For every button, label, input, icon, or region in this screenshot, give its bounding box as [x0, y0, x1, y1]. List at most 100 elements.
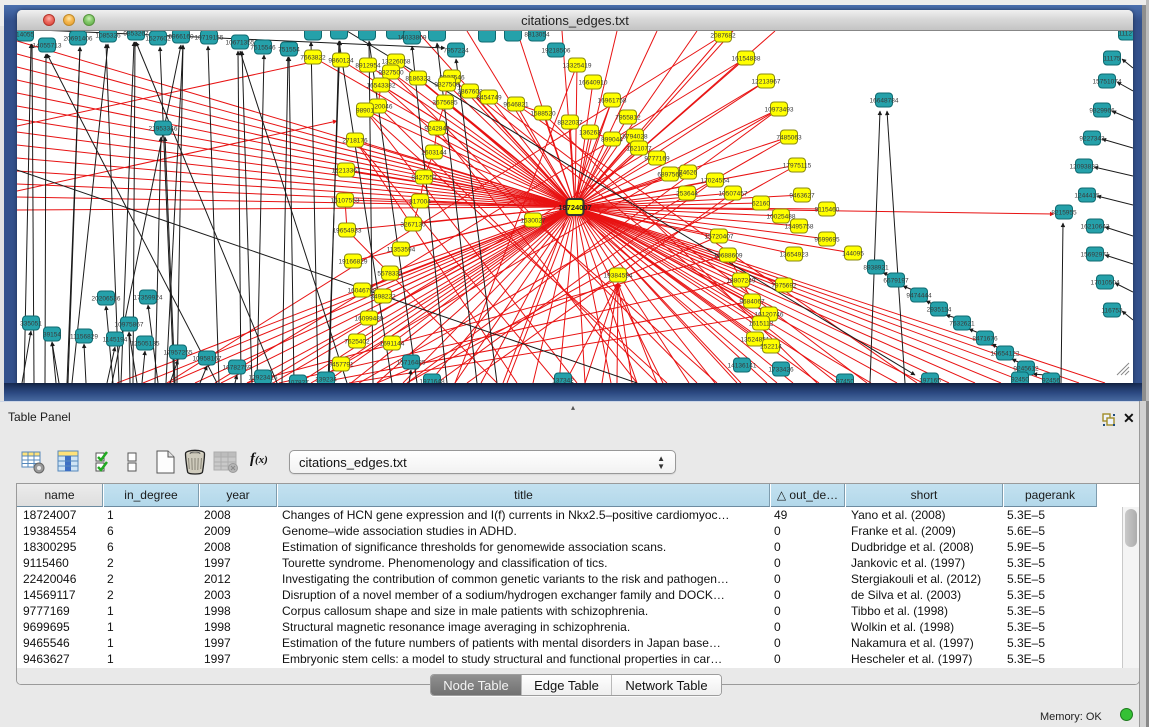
svg-text:17010504: 17010504 [1091, 280, 1120, 287]
svg-text:11353594: 11353594 [387, 247, 416, 254]
svg-text:92450: 92450 [1011, 377, 1029, 384]
svg-text:13495758: 13495758 [785, 224, 814, 231]
svg-text:144095: 144095 [842, 251, 864, 258]
svg-text:8813054: 8813054 [524, 32, 550, 39]
svg-text:8186323: 8186323 [405, 76, 431, 83]
svg-text:9227343: 9227343 [1079, 136, 1105, 143]
svg-text:13654923: 13654923 [780, 252, 809, 259]
svg-text:12213367: 12213367 [332, 168, 361, 175]
svg-text:15692971: 15692971 [1081, 252, 1110, 259]
svg-text:1733426: 1733426 [768, 367, 794, 374]
svg-text:7975692: 7975692 [771, 283, 797, 290]
svg-text:8938921: 8938921 [863, 265, 889, 272]
svg-text:16543382: 16543382 [367, 83, 396, 90]
svg-text:6794028: 6794028 [622, 134, 648, 141]
svg-text:9646821: 9646821 [503, 102, 529, 109]
svg-text:10975867: 10975867 [115, 322, 144, 329]
svg-text:7625402: 7625402 [344, 339, 370, 346]
svg-text:20206536: 20206536 [92, 296, 121, 303]
svg-text:16782759: 16782759 [223, 365, 252, 372]
svg-text:8215955: 8215955 [1051, 210, 1077, 217]
svg-text:9684067: 9684067 [739, 299, 765, 306]
svg-text:7957224: 7957224 [443, 48, 469, 55]
svg-text:16099489: 16099489 [355, 316, 384, 323]
svg-text:6966160: 6966160 [168, 34, 194, 41]
svg-text:9860124: 9860124 [328, 58, 354, 65]
svg-text:1615112: 1615112 [749, 321, 774, 328]
svg-text:18724007: 18724007 [558, 203, 591, 212]
svg-text:8427552: 8427552 [411, 175, 437, 182]
svg-text:9457791: 9457791 [328, 362, 354, 369]
svg-text:14055713: 14055713 [33, 43, 62, 50]
svg-text:10654122: 10654122 [991, 351, 1020, 358]
svg-text:7663822: 7663822 [300, 55, 326, 62]
svg-text:9699695: 9699695 [814, 237, 840, 244]
svg-text:17359924: 17359924 [134, 295, 163, 302]
svg-text:20691406: 20691406 [64, 36, 93, 43]
svg-text:15751074: 15751074 [1093, 79, 1122, 86]
svg-text:9327500: 9327500 [378, 70, 404, 77]
svg-text:9327508: 9327508 [434, 82, 460, 89]
svg-text:116753: 116753 [1101, 308, 1123, 315]
svg-text:1244415: 1244415 [1074, 193, 1100, 200]
svg-text:136263: 136263 [579, 130, 601, 137]
svg-text:17975115: 17975115 [783, 163, 812, 170]
svg-text:1971648: 1971648 [419, 379, 445, 384]
svg-text:92456: 92456 [1042, 378, 1060, 384]
svg-text:15720407: 15720407 [705, 234, 734, 241]
svg-text:2603144: 2603144 [421, 150, 447, 157]
svg-text:197165: 197165 [919, 378, 941, 384]
svg-text:39154: 39154 [43, 332, 61, 339]
svg-text:12213967: 12213967 [752, 79, 781, 86]
svg-text:317004: 317004 [409, 199, 431, 206]
svg-text:335051: 335051 [20, 321, 42, 328]
svg-text:1588520: 1588520 [530, 111, 556, 118]
svg-text:1527602: 1527602 [145, 36, 171, 43]
svg-text:9242848: 9242848 [424, 126, 450, 133]
svg-text:6897568: 6897568 [657, 172, 683, 179]
svg-text:5578335: 5578335 [377, 271, 403, 278]
svg-text:10958167: 10958167 [193, 356, 222, 363]
svg-text:16648784: 16648784 [870, 98, 899, 105]
svg-text:10719155: 10719155 [195, 35, 224, 42]
svg-text:13226058: 13226058 [382, 59, 411, 66]
svg-text:8454749: 8454749 [476, 95, 502, 102]
svg-text:12505135: 12505135 [131, 341, 160, 348]
svg-text:12923416: 12923416 [249, 375, 278, 382]
svg-text:8322037: 8322037 [557, 120, 583, 127]
svg-text:7955812: 7955812 [615, 115, 641, 122]
svg-text:11156829: 11156829 [70, 334, 98, 341]
svg-text:11127: 11127 [1118, 31, 1133, 38]
svg-text:14136141: 14136141 [728, 363, 757, 370]
svg-text:16640910: 16640910 [579, 80, 608, 87]
svg-text:62160: 62160 [752, 201, 770, 208]
svg-text:17957255: 17957255 [164, 350, 193, 357]
svg-text:9474444: 9474444 [906, 293, 932, 300]
svg-text:8912954: 8912954 [355, 63, 381, 70]
svg-text:3267130: 3267130 [400, 222, 426, 229]
svg-text:19218506: 19218506 [542, 48, 571, 55]
svg-text:253644: 253644 [676, 191, 698, 198]
svg-text:9329966: 9329966 [1089, 108, 1115, 115]
svg-text:12093822: 12093822 [1070, 164, 1099, 171]
svg-text:10688609: 10688609 [714, 253, 743, 260]
svg-text:7515546: 7515546 [250, 45, 276, 52]
svg-text:1530027: 1530027 [520, 218, 546, 225]
svg-text:17024554: 17024554 [701, 178, 730, 185]
svg-text:7632621: 7632621 [949, 321, 975, 328]
svg-text:19654933: 19654933 [333, 228, 362, 235]
svg-text:21953346: 21953346 [149, 126, 178, 133]
svg-text:2087682: 2087682 [710, 33, 736, 40]
svg-text:19166829: 19166829 [339, 259, 368, 266]
svg-text:97450: 97450 [836, 379, 854, 384]
svg-text:6679197: 6679197 [883, 278, 909, 285]
svg-text:9777169: 9777169 [644, 156, 670, 163]
svg-text:16154838: 16154838 [732, 56, 761, 63]
svg-text:3675685: 3675685 [432, 100, 458, 107]
svg-text:11175: 11175 [1103, 56, 1120, 63]
svg-text:8471676: 8471676 [972, 336, 998, 343]
svg-text:7485063: 7485063 [776, 135, 802, 142]
svg-text:10973493: 10973493 [765, 107, 794, 114]
svg-text:9463627: 9463627 [789, 193, 815, 200]
svg-text:16033809: 16033809 [398, 35, 427, 42]
